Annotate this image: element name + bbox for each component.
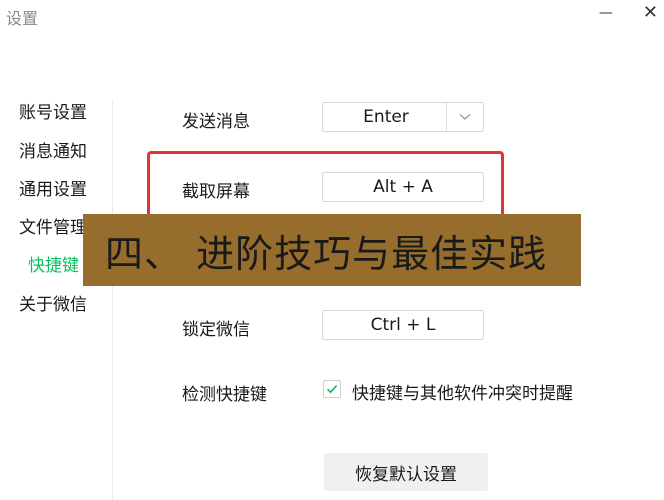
restore-defaults-label: 恢复默认设置 — [355, 464, 457, 485]
sidebar-item-general[interactable]: 通用设置 — [19, 175, 87, 200]
lock-wechat-label: 锁定微信 — [182, 320, 250, 340]
screenshot-label: 截取屏幕 — [182, 182, 250, 202]
sidebar-divider — [112, 100, 113, 500]
chevron-down-icon[interactable] — [446, 103, 483, 131]
send-message-label: 发送消息 — [182, 112, 250, 132]
conflict-reminder-checkbox[interactable] — [323, 380, 341, 398]
banner-text: 四、 进阶技巧与最佳实践 — [105, 231, 548, 276]
detect-shortcut-label: 检测快捷键 — [182, 385, 267, 405]
sidebar-item-notifications[interactable]: 消息通知 — [19, 137, 87, 162]
screenshot-key-value: Alt + A — [373, 177, 433, 197]
close-icon[interactable]: ✕ — [643, 4, 658, 22]
screenshot-key-field[interactable]: Alt + A — [322, 172, 484, 202]
minimize-icon[interactable]: — — [599, 6, 613, 20]
window-title: 设置 — [6, 9, 39, 28]
lock-key-field[interactable]: Ctrl + L — [322, 310, 484, 340]
conflict-reminder-label[interactable]: 快捷键与其他软件冲突时提醒 — [352, 379, 573, 404]
sidebar-item-about[interactable]: 关于微信 — [19, 290, 87, 315]
restore-defaults-button[interactable]: 恢复默认设置 — [324, 453, 488, 491]
sidebar-item-files[interactable]: 文件管理 — [19, 213, 87, 238]
send-key-value: Enter — [363, 107, 409, 127]
section-banner: 四、 进阶技巧与最佳实践 — [83, 214, 581, 286]
sidebar-item-account[interactable]: 账号设置 — [19, 98, 87, 123]
lock-key-value: Ctrl + L — [370, 315, 436, 335]
window-controls: — ✕ — [599, 0, 658, 26]
send-key-select[interactable]: Enter — [322, 102, 484, 132]
sidebar-item-shortcuts[interactable]: 快捷键 — [28, 251, 79, 276]
check-icon — [326, 385, 338, 394]
